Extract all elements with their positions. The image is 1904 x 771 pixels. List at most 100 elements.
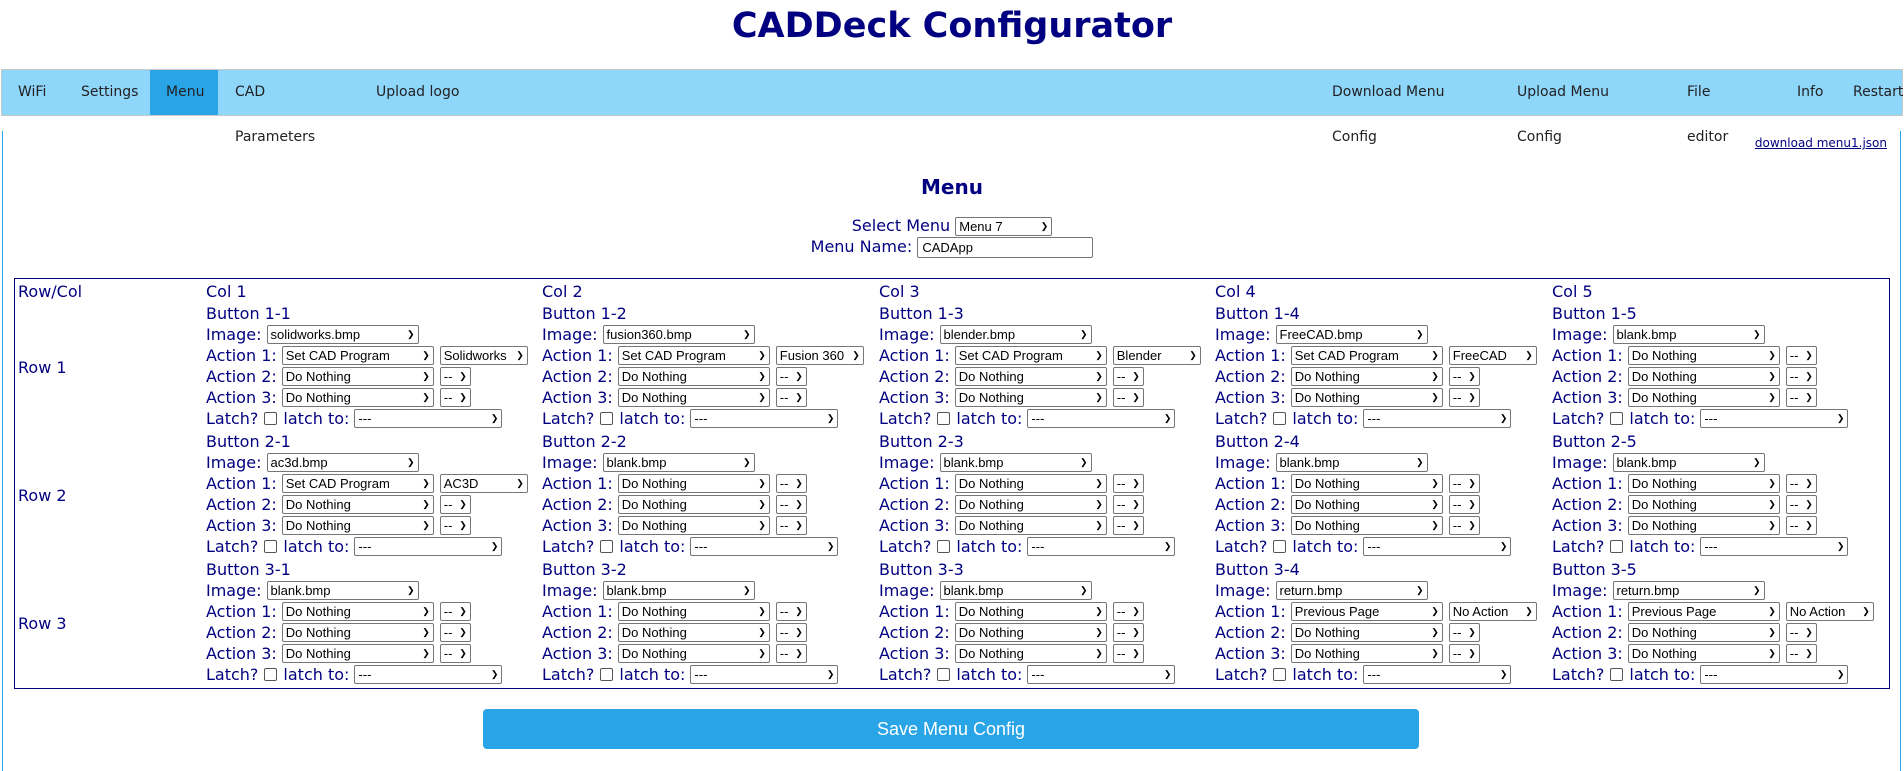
latch-checkbox[interactable] [600,540,614,553]
image-select[interactable]: solidworks.bmp ❯ [266,325,419,344]
latch-to-select[interactable]: --- ❯ [1027,537,1176,556]
nav-settings[interactable]: Settings [65,70,151,115]
action-select[interactable]: Previous Page ❯ [1627,602,1780,621]
action-value-select[interactable]: FreeCAD ❯ [1448,346,1537,365]
nav-info[interactable]: Info [1781,70,1839,115]
action-select[interactable]: Do Nothing ❯ [1290,644,1443,663]
action-value-select[interactable]: -- ❯ [1448,644,1480,663]
action-select[interactable]: Do Nothing ❯ [954,495,1107,514]
action-select[interactable]: Do Nothing ❯ [1627,644,1780,663]
action-select[interactable]: Do Nothing ❯ [954,388,1107,407]
action-value-select[interactable]: -- ❯ [1448,516,1480,535]
action-select[interactable]: Do Nothing ❯ [1627,495,1780,514]
action-value-select[interactable]: -- ❯ [775,644,807,663]
nav-restart[interactable]: Restart [1837,70,1904,115]
action-value-select[interactable]: -- ❯ [1785,367,1817,386]
image-select[interactable]: blender.bmp ❯ [939,325,1092,344]
action-select[interactable]: Do Nothing ❯ [617,367,770,386]
action-value-select[interactable]: -- ❯ [1112,367,1144,386]
action-select[interactable]: Do Nothing ❯ [954,474,1107,493]
action-select[interactable]: Set CAD Program ❯ [281,474,434,493]
action-select[interactable]: Do Nothing ❯ [1627,388,1780,407]
action-value-select[interactable]: -- ❯ [1785,346,1817,365]
action-select[interactable]: Set CAD Program ❯ [617,346,770,365]
action-select[interactable]: Do Nothing ❯ [281,367,434,386]
image-select[interactable]: blank.bmp ❯ [1612,325,1765,344]
image-select[interactable]: return.bmp ❯ [1612,581,1765,600]
image-select[interactable]: blank.bmp ❯ [1612,453,1765,472]
image-select[interactable]: blank.bmp ❯ [1275,453,1428,472]
action-value-select[interactable]: -- ❯ [1448,623,1480,642]
action-select[interactable]: Do Nothing ❯ [1290,474,1443,493]
image-select[interactable]: ac3d.bmp ❯ [266,453,419,472]
action-value-select[interactable]: -- ❯ [1785,644,1817,663]
image-select[interactable]: blank.bmp ❯ [939,453,1092,472]
action-value-select[interactable]: Blender ❯ [1112,346,1201,365]
latch-checkbox[interactable] [600,412,614,425]
action-value-select[interactable]: -- ❯ [1785,388,1817,407]
action-value-select[interactable]: -- ❯ [1112,495,1144,514]
image-select[interactable]: blank.bmp ❯ [266,581,419,600]
latch-to-select[interactable]: --- ❯ [690,537,839,556]
latch-to-select[interactable]: --- ❯ [1363,537,1512,556]
action-select[interactable]: Do Nothing ❯ [954,367,1107,386]
action-select[interactable]: Do Nothing ❯ [281,495,434,514]
menu-name-input[interactable]: CADApp [917,237,1094,258]
action-value-select[interactable]: -- ❯ [1448,388,1480,407]
action-value-select[interactable]: -- ❯ [1785,495,1817,514]
action-select[interactable]: Do Nothing ❯ [281,623,434,642]
latch-to-select[interactable]: --- ❯ [1363,409,1512,428]
action-value-select[interactable]: -- ❯ [439,388,471,407]
action-value-select[interactable]: -- ❯ [775,495,807,514]
action-value-select[interactable]: -- ❯ [1785,516,1817,535]
save-menu-config-button[interactable]: Save Menu Config [483,709,1419,749]
action-value-select[interactable]: -- ❯ [1112,644,1144,663]
action-value-select[interactable]: No Action ❯ [1785,602,1874,621]
latch-to-select[interactable]: --- ❯ [1700,409,1849,428]
action-select[interactable]: Do Nothing ❯ [281,388,434,407]
action-value-select[interactable]: -- ❯ [1448,474,1480,493]
latch-to-select[interactable]: --- ❯ [1027,665,1176,684]
action-value-select[interactable]: AC3D ❯ [439,474,528,493]
action-value-select[interactable]: -- ❯ [1785,623,1817,642]
action-value-select[interactable]: No Action ❯ [1448,602,1537,621]
action-select[interactable]: Do Nothing ❯ [954,516,1107,535]
latch-checkbox[interactable] [1610,540,1624,553]
action-select[interactable]: Do Nothing ❯ [1290,495,1443,514]
latch-to-select[interactable]: --- ❯ [1700,665,1849,684]
action-select[interactable]: Do Nothing ❯ [954,623,1107,642]
image-select[interactable]: return.bmp ❯ [1275,581,1428,600]
action-select[interactable]: Do Nothing ❯ [617,474,770,493]
latch-checkbox[interactable] [937,540,951,553]
select-menu-dropdown[interactable]: Menu 7 ❯ [955,217,1053,236]
download-menu-json-link[interactable]: download menu1.json [1755,136,1887,150]
latch-checkbox[interactable] [1273,412,1287,425]
image-select[interactable]: FreeCAD.bmp ❯ [1275,325,1428,344]
action-value-select[interactable]: Solidworks ❯ [439,346,528,365]
image-select[interactable]: blank.bmp ❯ [602,581,755,600]
action-value-select[interactable]: Fusion 360 ❯ [775,346,864,365]
action-select[interactable]: Do Nothing ❯ [954,644,1107,663]
action-value-select[interactable]: -- ❯ [439,623,471,642]
action-select[interactable]: Do Nothing ❯ [1627,346,1780,365]
action-value-select[interactable]: -- ❯ [439,516,471,535]
action-select[interactable]: Do Nothing ❯ [1627,516,1780,535]
action-value-select[interactable]: -- ❯ [1448,367,1480,386]
action-value-select[interactable]: -- ❯ [775,623,807,642]
action-value-select[interactable]: -- ❯ [1112,474,1144,493]
action-select[interactable]: Do Nothing ❯ [1627,623,1780,642]
action-select[interactable]: Do Nothing ❯ [617,602,770,621]
action-value-select[interactable]: -- ❯ [775,516,807,535]
latch-to-select[interactable]: --- ❯ [1700,537,1849,556]
latch-checkbox[interactable] [1610,668,1624,681]
latch-checkbox[interactable] [264,668,278,681]
action-select[interactable]: Do Nothing ❯ [617,644,770,663]
action-value-select[interactable]: -- ❯ [439,367,471,386]
action-value-select[interactable]: -- ❯ [1448,495,1480,514]
action-select[interactable]: Previous Page ❯ [1290,602,1443,621]
action-select[interactable]: Do Nothing ❯ [954,602,1107,621]
latch-to-select[interactable]: --- ❯ [690,665,839,684]
nav-file-editor[interactable]: File editor [1671,70,1771,145]
latch-checkbox[interactable] [937,668,951,681]
action-select[interactable]: Do Nothing ❯ [617,516,770,535]
